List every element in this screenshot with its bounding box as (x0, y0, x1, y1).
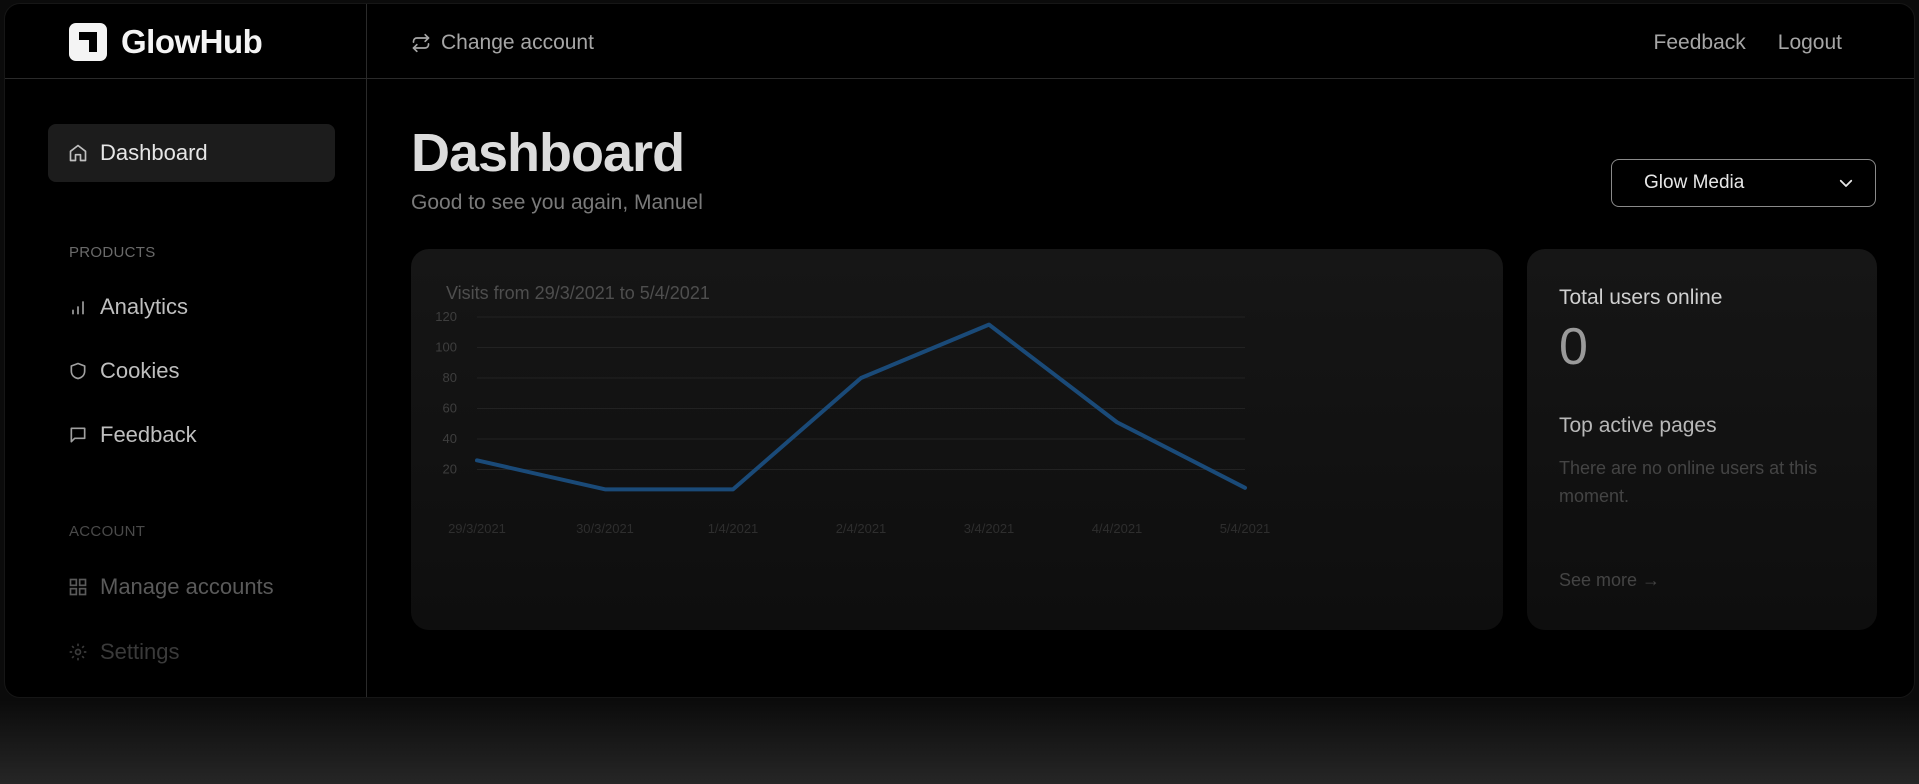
sidebar-item-manage-accounts[interactable]: Manage accounts (48, 558, 335, 616)
y-tick-label: 80 (443, 370, 457, 385)
sidebar-divider (366, 4, 367, 697)
sidebar-item-label: Settings (100, 639, 180, 664)
visits-line-chart: 20 40 60 80 100 120 29/3/2021 30/3/2021 1/4/2021… (435, 309, 1271, 536)
x-tick-label: 4/4/2021 (1092, 521, 1143, 536)
x-tick-label: 30/3/2021 (576, 521, 634, 536)
brand[interactable]: GlowHub (69, 23, 263, 61)
y-tick-label: 20 (443, 462, 457, 477)
feedback-link[interactable]: Feedback (1654, 31, 1746, 55)
sidebar-item-label: Dashboard (100, 140, 208, 165)
change-account-button[interactable]: Change account (411, 31, 594, 55)
y-tick-label: 100 (435, 340, 457, 355)
sidebar-item-label: Feedback (100, 422, 197, 447)
gear-icon (69, 643, 87, 661)
x-tick-label: 5/4/2021 (1220, 521, 1271, 536)
account-select-value: Glow Media (1644, 172, 1745, 193)
section-label-account: ACCOUNT (69, 523, 146, 540)
switch-icon (412, 33, 430, 53)
y-tick-label: 60 (443, 401, 457, 416)
brand-name: GlowHub (121, 23, 263, 60)
top-bar: GlowHub Change account Feedback Logout (5, 4, 1914, 79)
bar-chart-icon (72, 301, 84, 315)
sidebar-item-label: Manage accounts (100, 574, 274, 599)
sidebar-item-label: Cookies (100, 358, 180, 383)
sidebar-item-feedback[interactable]: Feedback (48, 406, 335, 464)
visits-chart-card: Visits from 29/3/2021 to 5/4/2021 20 40 60… (411, 249, 1503, 630)
sidebar-item-cookies[interactable]: Cookies (48, 342, 335, 400)
shield-icon (70, 362, 86, 380)
account-select[interactable]: Glow Media (1611, 159, 1876, 207)
chevron-down-icon (1839, 179, 1853, 187)
sidebar: Dashboard PRODUCTS Analytics Cookies Fee… (5, 80, 366, 697)
sidebar-item-settings[interactable]: Settings (48, 623, 335, 681)
users-online-card: Total users online 0 Top active pages Th… (1527, 249, 1877, 630)
grid-icon (69, 578, 87, 596)
top-pages-empty-message: There are no online users at this moment… (1559, 458, 1818, 506)
total-users-value: 0 (1559, 318, 1588, 376)
sidebar-item-label: Analytics (100, 294, 189, 319)
x-tick-label: 3/4/2021 (964, 521, 1015, 536)
y-tick-label: 120 (435, 309, 457, 324)
x-tick-label: 29/3/2021 (448, 521, 506, 536)
top-pages-label: Top active pages (1559, 414, 1717, 437)
see-more-link[interactable]: See more → (1559, 570, 1660, 591)
logout-link[interactable]: Logout (1778, 31, 1842, 55)
message-icon (70, 427, 86, 443)
x-tick-label: 1/4/2021 (708, 521, 759, 536)
glowhub-logo-icon (69, 23, 107, 61)
sidebar-item-dashboard[interactable]: Dashboard (48, 124, 335, 182)
change-account-label: Change account (441, 31, 594, 54)
y-tick-label: 40 (443, 431, 457, 446)
top-links: Feedback Logout (1654, 31, 1842, 55)
total-users-label: Total users online (1559, 286, 1723, 309)
page-subtitle: Good to see you again, Manuel (411, 191, 703, 214)
section-label-products: PRODUCTS (69, 244, 156, 261)
page-title: Dashboard (411, 123, 685, 183)
series-line (475, 322, 1247, 492)
app-window: GlowHub Change account Feedback Logout D… (4, 3, 1915, 698)
home-icon (69, 144, 87, 162)
sidebar-item-analytics[interactable]: Analytics (48, 278, 335, 336)
x-tick-label: 2/4/2021 (836, 521, 887, 536)
